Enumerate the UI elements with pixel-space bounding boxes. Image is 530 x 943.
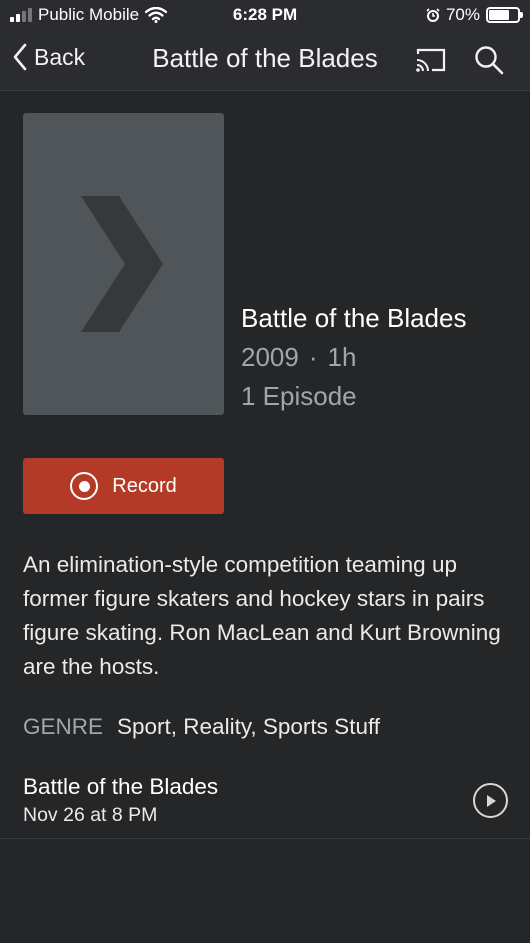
episode-count: 1 Episode	[241, 381, 357, 411]
navigation-bar: Back Battle of the Blades	[0, 30, 530, 91]
show-meta: Battle of the Blades 2009 · 1h 1 Episode	[241, 303, 466, 412]
battery-icon	[486, 7, 523, 23]
back-button[interactable]: Back	[12, 43, 85, 71]
search-icon[interactable]	[473, 44, 505, 76]
airing-title: Battle of the Blades	[23, 774, 219, 799]
record-label: Record	[112, 474, 177, 497]
show-duration: 1h	[327, 342, 357, 372]
play-icon	[486, 794, 496, 807]
genre-row: GENRE Sport, Reality, Sports Stuff	[23, 714, 380, 740]
show-title: Battle of the Blades	[241, 303, 467, 333]
cast-icon[interactable]	[414, 46, 448, 74]
airing-time: Nov 26 at 8 PM	[23, 804, 158, 826]
show-year-duration: 2009 · 1h	[241, 342, 466, 373]
record-icon	[70, 472, 99, 500]
record-button[interactable]: Record	[23, 458, 224, 514]
status-bar: Public Mobile 6:28 PM 70%	[0, 0, 530, 30]
status-right: 70%	[426, 5, 523, 25]
airing-list-item[interactable]: Battle of the Blades Nov 26 at 8 PM	[0, 764, 530, 839]
genre-value: Sport, Reality, Sports Stuff	[117, 714, 381, 739]
meta-separator: ·	[308, 342, 318, 372]
show-year: 2009	[241, 342, 299, 372]
play-button[interactable]	[473, 783, 508, 818]
battery-percent: 70%	[445, 5, 480, 24]
back-label: Back	[34, 43, 86, 70]
page-title: Battle of the Blades	[152, 43, 378, 73]
show-poster	[23, 113, 224, 415]
chevron-left-icon	[13, 43, 27, 71]
battery-level-fill	[489, 10, 509, 20]
genre-label: GENRE	[23, 714, 104, 739]
show-description: An elimination-style competition teaming…	[23, 552, 501, 679]
alarm-icon	[426, 8, 440, 22]
chevron-right-icon	[80, 196, 163, 332]
